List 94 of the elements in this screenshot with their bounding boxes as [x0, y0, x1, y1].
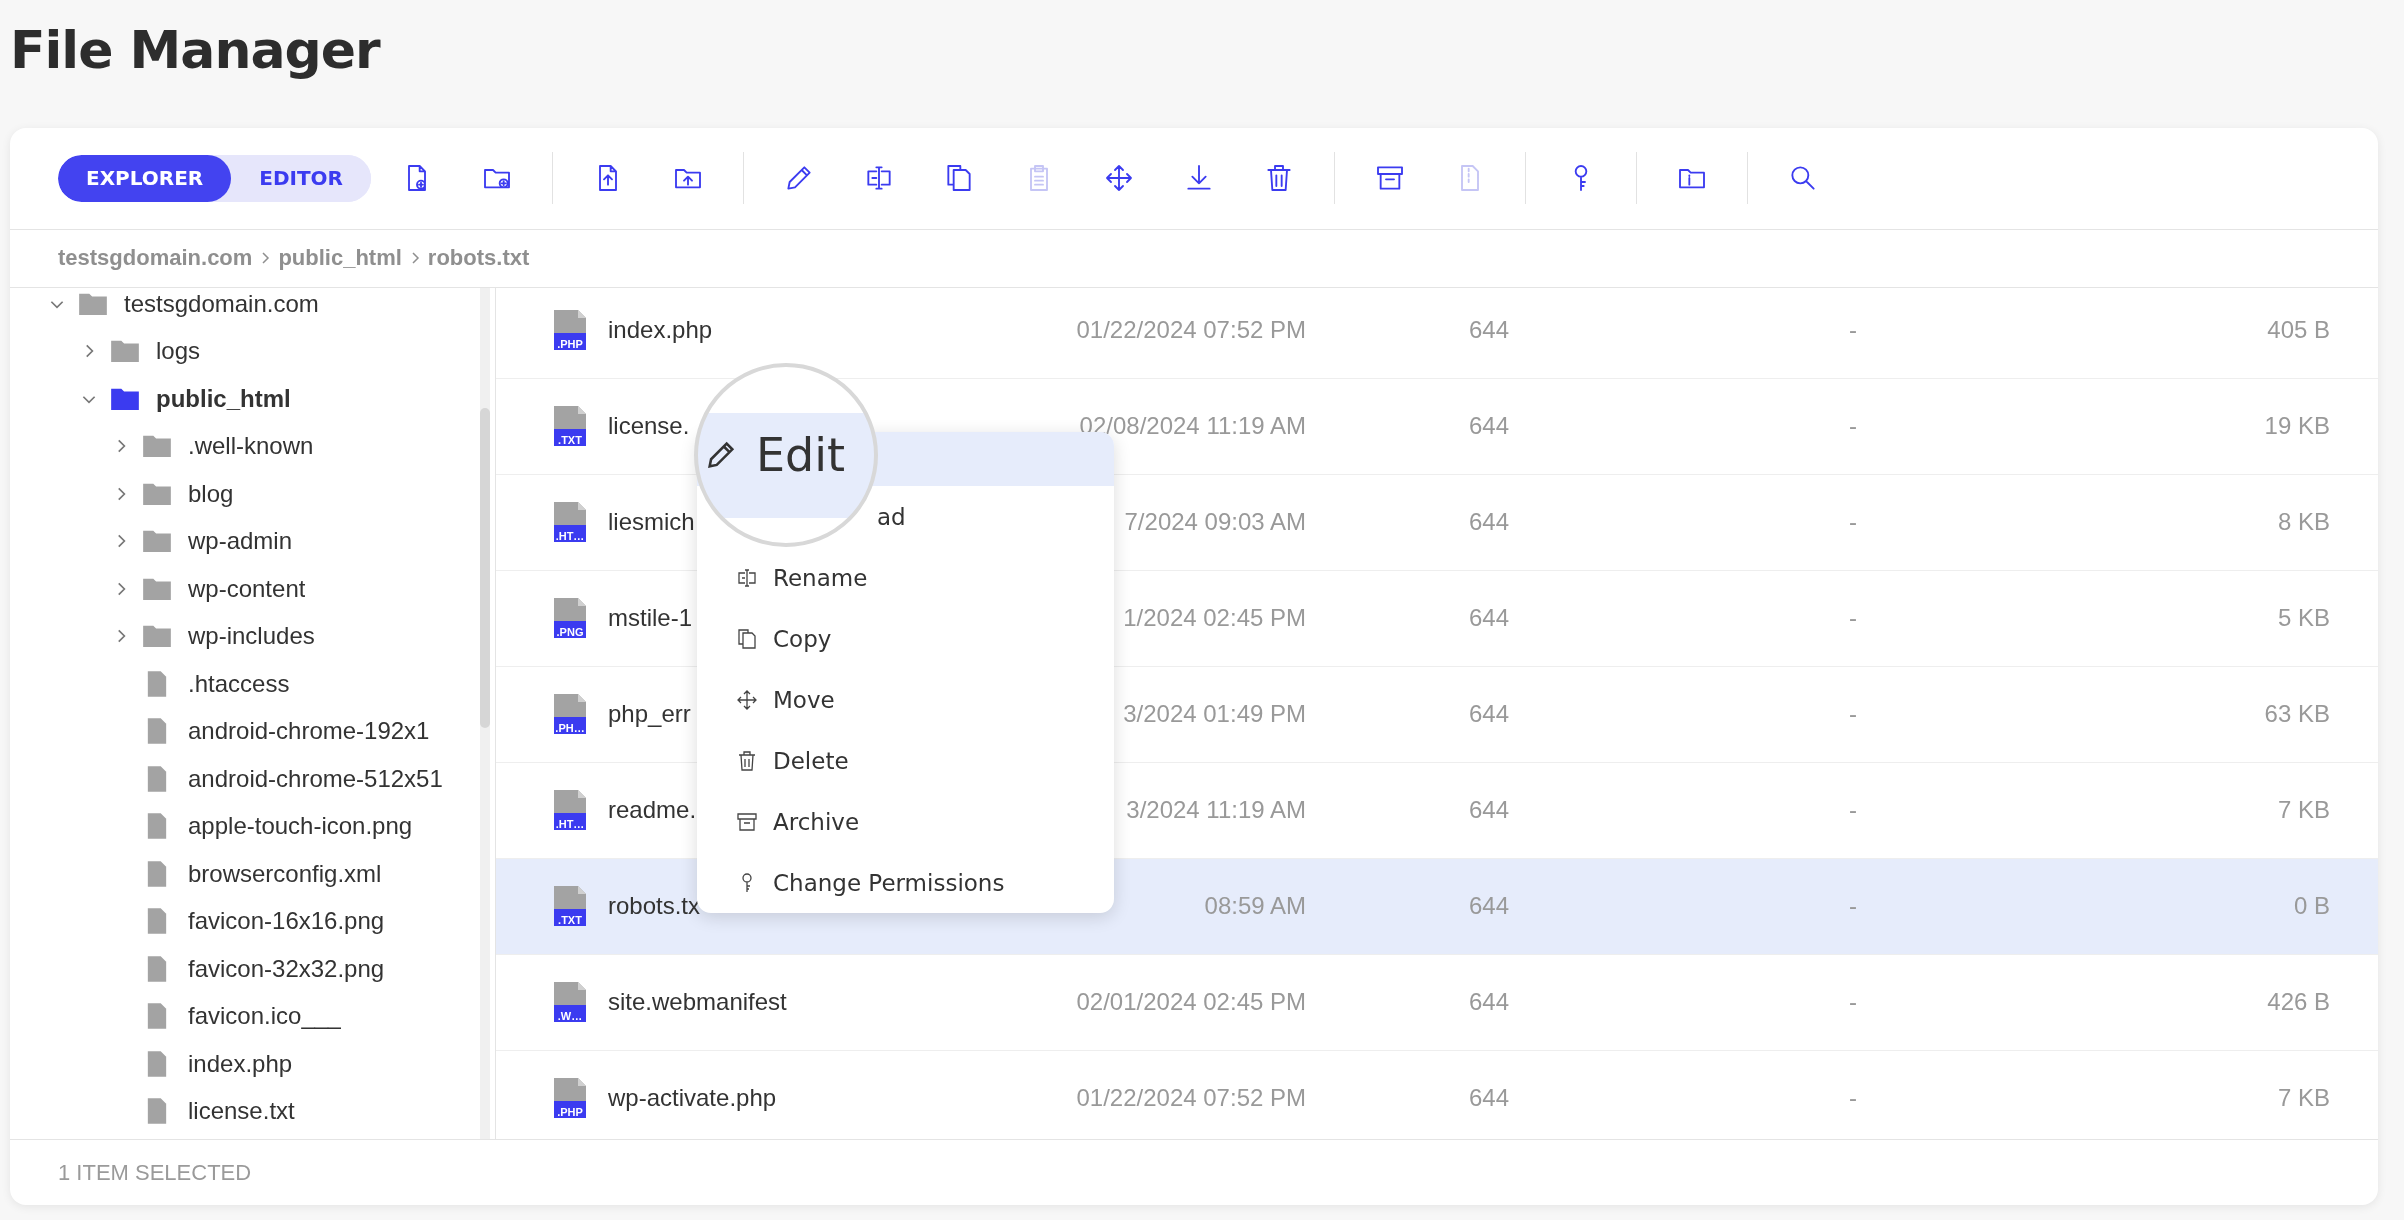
menu-item-label[interactable]: Edit — [756, 428, 846, 482]
file-name[interactable]: mstile-1 — [608, 604, 692, 633]
document-icon — [553, 309, 587, 352]
document-icon — [553, 1077, 587, 1120]
menu-item-label[interactable]: ad — [877, 503, 906, 530]
file-size: 8 KB — [2276, 508, 2331, 537]
file-size: 7 KB — [2276, 1084, 2331, 1113]
file-size: 5 KB — [2276, 604, 2331, 633]
document-icon — [553, 405, 587, 448]
modified-date: 1/2024 02:45 PM — [1122, 604, 1306, 633]
permissions-value: 644 — [1469, 892, 1511, 921]
file-name[interactable]: index.php — [608, 316, 713, 345]
file-name[interactable]: php_err — [608, 700, 691, 729]
table-cell-text: - — [1849, 988, 1858, 1017]
document-icon — [553, 501, 587, 544]
file-extension-label: .TXT — [557, 914, 583, 927]
modified-date: 7/2024 09:03 AM — [1123, 508, 1306, 537]
document-icon — [553, 597, 587, 640]
file-extension-label: .PH… — [554, 722, 586, 735]
file-name[interactable]: wp-activate.php — [608, 1084, 777, 1113]
file-size: 7 KB — [2276, 796, 2331, 825]
table-cell-text: - — [1849, 796, 1858, 825]
file-extension-label: .HT… — [554, 818, 586, 831]
modified-date: 02/01/2024 02:45 PM — [1075, 988, 1306, 1017]
tree-item-label[interactable]: wp-content — [188, 574, 306, 603]
modified-date: 02/08/2024 11:19 AM — [1078, 412, 1306, 441]
file-size: 19 KB — [2263, 412, 2331, 441]
permissions-value: 644 — [1469, 988, 1511, 1017]
file-name[interactable]: robots.tx — [608, 892, 701, 921]
permissions-value: 644 — [1469, 316, 1511, 345]
scrollbar-thumb[interactable] — [480, 407, 490, 728]
permissions-value: 644 — [1469, 508, 1511, 537]
modified-date: 3/2024 11:19 AM — [1125, 796, 1306, 825]
document-icon — [553, 981, 587, 1024]
table-cell-text: - — [1849, 892, 1858, 921]
permissions-value: 644 — [1469, 604, 1511, 633]
permissions-value: 644 — [1469, 796, 1511, 825]
tree-item-label[interactable]: favicon-32x32.png — [188, 954, 385, 983]
tree-item-label[interactable]: public_html — [156, 384, 291, 413]
page-title: File Manager — [10, 19, 382, 82]
permissions-value: 644 — [1469, 412, 1511, 441]
file-size: 405 B — [2266, 316, 2331, 345]
menu-item-label[interactable]: Change Permissions — [773, 869, 1005, 896]
tree-item-label[interactable]: browserconfig.xml — [188, 859, 382, 888]
tree-item-label[interactable]: wp-admin — [188, 527, 293, 556]
permissions-value: 644 — [1469, 700, 1511, 729]
table-cell-text: - — [1849, 412, 1858, 441]
menu-item-label[interactable]: Delete — [773, 747, 849, 774]
tree-item-label[interactable]: license.txt — [188, 1097, 295, 1126]
file-size: 0 B — [2292, 892, 2331, 921]
tree-item-label[interactable]: favicon.ico___ — [188, 1002, 342, 1031]
status-text: 1 ITEM SELECTED — [57, 1158, 253, 1187]
table-cell-text: - — [1849, 1084, 1858, 1113]
document-icon — [553, 693, 587, 736]
file-extension-label: .HT… — [554, 530, 586, 543]
tree-item-label[interactable]: apple-touch-icon.png — [188, 812, 413, 841]
permissions-value: 644 — [1469, 1084, 1511, 1113]
file-name[interactable]: readme. — [608, 796, 697, 825]
copy-icon — [735, 626, 759, 651]
modified-date: 01/22/2024 07:52 PM — [1075, 316, 1306, 345]
table-cell-text: - — [1849, 700, 1858, 729]
file-extension-label: .PHP — [556, 1106, 584, 1119]
tree-item-label[interactable]: index.php — [188, 1049, 293, 1078]
modified-date: 08:59 AM — [1203, 892, 1306, 921]
file-name[interactable]: license. — [608, 412, 690, 441]
tree-item-label[interactable]: favicon-16x16.png — [188, 907, 385, 936]
modified-date: 01/22/2024 07:52 PM — [1075, 1084, 1306, 1113]
file-extension-label: .W… — [556, 1010, 584, 1023]
tree-item-label[interactable]: android-chrome-512x51 — [188, 764, 443, 793]
tree-item-label[interactable]: logs — [156, 337, 201, 366]
menu-item-label[interactable]: Move — [773, 686, 835, 713]
view-tab[interactable]: EXPLORER — [58, 154, 232, 202]
tree-item-label[interactable]: android-chrome-192x1 — [188, 717, 430, 746]
file-extension-label: .PHP — [556, 338, 584, 351]
table-cell-text: - — [1849, 508, 1858, 537]
modified-date: 3/2024 01:49 PM — [1122, 700, 1306, 729]
file-size: 426 B — [2266, 988, 2331, 1017]
menu-item-label[interactable]: Archive — [773, 808, 860, 835]
tree-item-label[interactable]: .well-known — [188, 432, 314, 461]
file-extension-label: .TXT — [557, 434, 583, 447]
file-size: 63 KB — [2263, 700, 2331, 729]
document-icon — [553, 885, 587, 928]
menu-item-label[interactable]: Rename — [773, 564, 868, 591]
file-name[interactable]: site.webmanifest — [608, 988, 787, 1017]
tree-item-label[interactable]: blog — [188, 479, 234, 508]
table-cell-text: - — [1849, 604, 1858, 633]
tree-item-label[interactable]: wp-includes — [188, 622, 315, 651]
document-icon — [553, 789, 587, 832]
menu-item-label[interactable]: Copy — [773, 625, 832, 652]
file-extension-label: .PNG — [555, 626, 585, 639]
file-name[interactable]: liesmich — [608, 508, 695, 537]
tree-item-label[interactable]: .htaccess — [188, 669, 290, 698]
tree-item-label[interactable]: testsgdomain.com — [124, 289, 319, 318]
table-cell-text: - — [1849, 316, 1858, 345]
